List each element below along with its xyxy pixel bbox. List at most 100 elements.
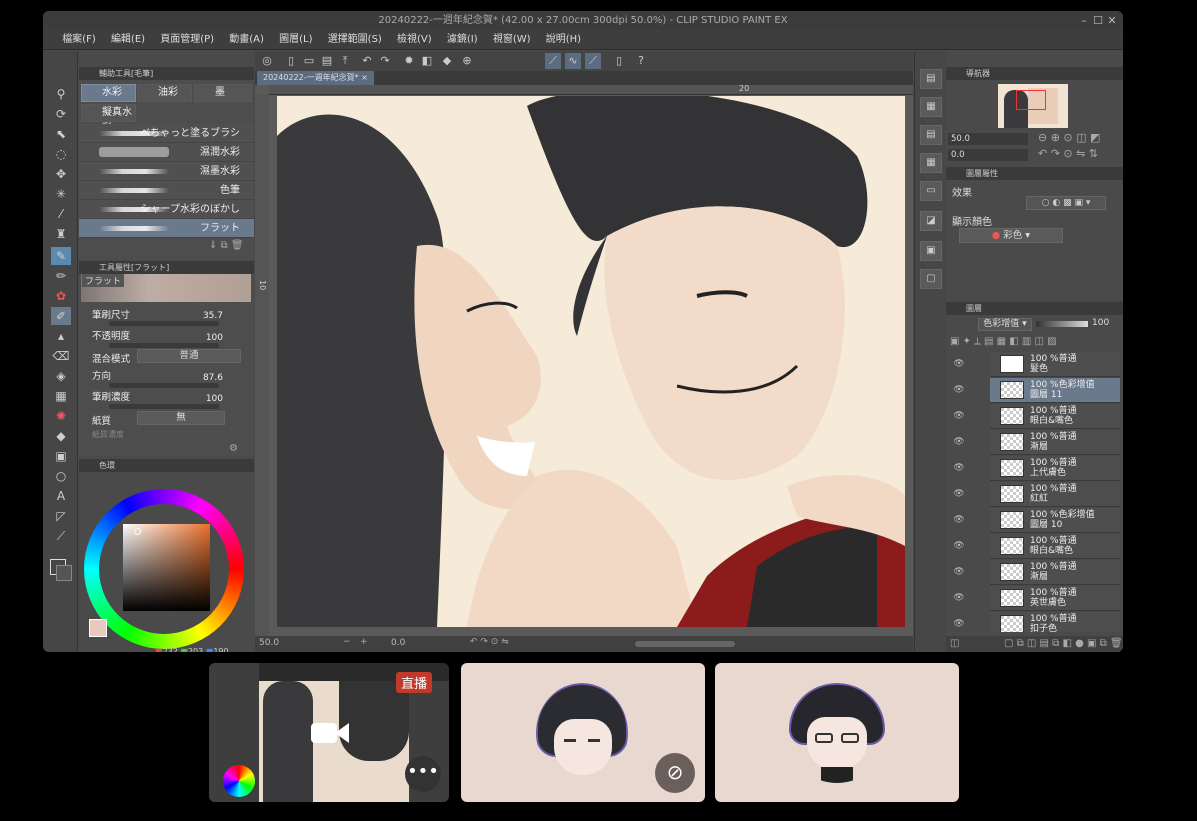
clear-icon[interactable]: ◧ <box>419 53 435 69</box>
menu-help[interactable]: 說明(H) <box>540 30 587 50</box>
airbrush-tool-icon[interactable]: ▴ <box>51 327 71 345</box>
pen-tool-icon[interactable]: ✎ <box>51 247 71 265</box>
menu-page[interactable]: 頁面管理(P) <box>154 30 220 50</box>
color-picker-cursor[interactable] <box>134 528 141 535</box>
eyedropper-tool-icon[interactable]: ⁄ <box>51 205 71 223</box>
layer-opacity-value[interactable]: 100 <box>1092 318 1109 328</box>
layer-item[interactable]: 100 %普通 上代膚色 <box>990 456 1120 481</box>
figure-tool-icon[interactable]: ○ <box>51 467 71 485</box>
layer-item[interactable]: 100 %普通 紅紅 <box>990 482 1120 507</box>
layer-toolbar-icons[interactable]: ▣ ✦ ⟂ ▤ ▦ ◧ ▥ ◫ ▨ <box>950 336 1120 350</box>
sub-color-swatch[interactable] <box>56 565 72 581</box>
navigator-zoom-buttons[interactable]: ⊖ ⊕ ⊙ ◫ ◩ <box>1038 131 1100 144</box>
stamp-tool-icon[interactable]: ♜ <box>51 225 71 243</box>
visibility-eye-icon[interactable]: 👁 <box>952 359 966 371</box>
layer-item[interactable]: 100 %普通 髮色 <box>990 352 1120 377</box>
layer-item[interactable]: 100 %普通 英世膚色 <box>990 586 1120 611</box>
more-options-button[interactable]: ••• <box>405 756 441 792</box>
layer-footer-icons[interactable]: ◫ ▢ ⧉ ◫ ▤ ⧉ ◧ ● ▣ ⧉ 🗑 <box>946 636 1123 652</box>
clip-studio-icon[interactable]: ◎ <box>259 53 275 69</box>
document-tab[interactable]: 20240222-一週年紀念賀* × <box>257 71 374 85</box>
menu-edit[interactable]: 編輯(E) <box>105 30 151 50</box>
export-icon[interactable]: ⤒ <box>337 53 353 69</box>
visibility-eye-icon[interactable]: 👁 <box>952 463 966 475</box>
navigator-zoom[interactable]: 50.0 <box>948 133 1028 145</box>
grid-tool-icon[interactable]: ▦ <box>51 387 71 405</box>
companion-icon[interactable]: ▯ <box>611 53 627 69</box>
undo-icon[interactable]: ↶ <box>359 53 375 69</box>
current-color-swatch[interactable] <box>89 619 107 637</box>
material-panel-icon[interactable]: ▢ <box>920 269 942 289</box>
line-correction-tool-icon[interactable]: ⟋ <box>51 527 71 545</box>
brush-item[interactable]: べちゃっと塗るブラシ <box>79 124 254 143</box>
layer-blend-mode-select[interactable]: 色彩增值 ▾ <box>978 318 1032 331</box>
auto-select-tool-icon[interactable]: ✳ <box>51 185 71 203</box>
layer-item[interactable]: 100 %色彩增值 圖層 10 <box>990 508 1120 533</box>
opacity-slider[interactable] <box>109 343 219 348</box>
subtool-footer-icons[interactable]: ⇓ ⧉ 🗑 <box>209 240 244 251</box>
toolprop-settings-icon[interactable]: ⚙ <box>229 443 238 454</box>
material-panel-icon[interactable]: ▦ <box>920 153 942 173</box>
visibility-eye-icon[interactable]: 👁 <box>952 567 966 579</box>
menu-layer[interactable]: 圖層(L) <box>273 30 318 50</box>
brush-size-slider[interactable] <box>109 321 219 326</box>
menu-file[interactable]: 檔案(F) <box>56 30 102 50</box>
eraser-tool-icon[interactable]: ⌫ <box>51 347 71 365</box>
effect-buttons[interactable]: ○ ◐ ▩ ▣ ▾ <box>1026 196 1106 210</box>
text-tool-icon[interactable]: A <box>51 487 71 505</box>
screen-share-tile[interactable]: 直播 ••• <box>209 663 449 802</box>
layer-item[interactable]: 100 %普通 眼白&嘴色 <box>990 534 1120 559</box>
move-layer-tool-icon[interactable]: ✥ <box>51 165 71 183</box>
brush-size-value[interactable]: 35.7 <box>179 311 255 321</box>
paper-texture-select[interactable]: 無 <box>137 411 225 425</box>
snap-grid-icon[interactable]: ⟋ <box>585 53 601 69</box>
redo-icon[interactable]: ↷ <box>377 53 393 69</box>
saturation-value-square[interactable] <box>123 524 210 611</box>
brush-density-slider[interactable] <box>109 404 219 409</box>
transform-icon[interactable]: ⊕ <box>459 53 475 69</box>
menu-animation[interactable]: 動畫(A) <box>223 30 270 50</box>
gradient-tool-icon[interactable]: ▣ <box>51 447 71 465</box>
display-color-select[interactable]: ● 彩色 ▾ <box>959 228 1063 243</box>
layer-item-selected[interactable]: 100 %色彩增值 圖層 11 <box>990 378 1120 403</box>
brush-item[interactable]: 色筆 <box>79 181 254 200</box>
navigator-rotate-buttons[interactable]: ↶ ↷ ⊙ ⇋ ⇅ <box>1038 147 1098 160</box>
canvas-hscrollbar[interactable] <box>635 641 735 647</box>
artwork-canvas[interactable] <box>277 96 905 627</box>
snap-ruler-icon[interactable]: ⟋ <box>545 53 561 69</box>
brush-density-value[interactable]: 100 <box>179 394 255 404</box>
operation-tool-icon[interactable]: ⬉ <box>51 125 71 143</box>
material-panel-icon[interactable]: ▦ <box>920 97 942 117</box>
open-file-icon[interactable]: ▭ <box>301 53 317 69</box>
visibility-eye-icon[interactable]: 👁 <box>952 515 966 527</box>
maximize-button[interactable]: ☐ <box>1091 11 1105 30</box>
layer-item[interactable]: 100 %普通 扣子色 <box>990 612 1120 632</box>
direction-slider[interactable] <box>109 383 219 388</box>
material-panel-icon[interactable]: ▭ <box>920 181 942 201</box>
canvas-zoom-value[interactable]: 50.0 <box>259 638 279 648</box>
tab-watercolor[interactable]: 水彩 <box>81 84 136 102</box>
layer-item[interactable]: 100 %普通 眼白&嘴色 <box>990 404 1120 429</box>
material-panel-icon[interactable]: ◪ <box>920 211 942 231</box>
new-file-icon[interactable]: ▯ <box>283 53 299 69</box>
navigator-angle[interactable]: 0.0 <box>948 149 1028 161</box>
lasso-tool-icon[interactable]: ◌ <box>51 145 71 163</box>
decoration-tool-icon[interactable]: ✺ <box>51 407 71 425</box>
minimize-button[interactable]: – <box>1077 11 1091 30</box>
material-panel-icon[interactable]: ▤ <box>920 69 942 89</box>
help-icon[interactable]: ? <box>633 53 649 69</box>
menu-filter[interactable]: 濾鏡(I) <box>441 30 484 50</box>
menu-window[interactable]: 視窗(W) <box>487 30 537 50</box>
snap-special-icon[interactable]: ∿ <box>565 53 581 69</box>
layer-opacity-slider[interactable] <box>1036 321 1088 327</box>
blend-tool-icon[interactable]: ◈ <box>51 367 71 385</box>
zoom-tool-icon[interactable]: ⚲ <box>51 85 71 103</box>
navigator-thumbnail[interactable] <box>998 84 1068 128</box>
layer-item[interactable]: 100 %普通 漸層 <box>990 430 1120 455</box>
loading-icon[interactable]: ✹ <box>401 53 417 69</box>
visibility-eye-icon[interactable]: 👁 <box>952 437 966 449</box>
visibility-eye-icon[interactable]: 👁 <box>952 385 966 397</box>
tab-realistic-watercolor[interactable]: 擬真水彩 <box>81 104 136 134</box>
fill-icon[interactable]: ◆ <box>439 53 455 69</box>
canvas-angle-value[interactable]: 0.0 <box>391 638 405 648</box>
